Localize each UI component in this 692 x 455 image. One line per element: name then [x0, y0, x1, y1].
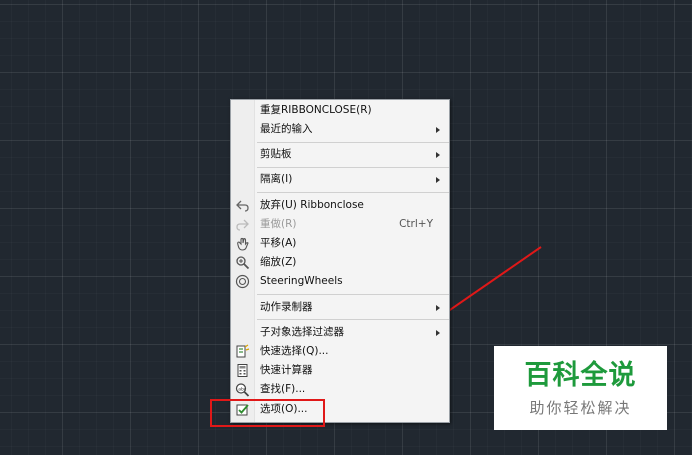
redo-icon: [236, 219, 249, 231]
undo-icon: [236, 200, 249, 212]
menu-item-quick-calculator[interactable]: 快速计算器: [232, 361, 449, 380]
watermark-subtitle: 助你轻松解决: [529, 399, 632, 417]
menu-item-zoom[interactable]: 缩放(Z): [232, 253, 449, 272]
svg-text:abc: abc: [238, 386, 247, 392]
menu-item-steeringwheels[interactable]: SteeringWheels: [232, 272, 449, 291]
submenu-arrow-icon: [436, 127, 440, 133]
menu-item-quick-select[interactable]: 快速选择(Q)...: [232, 342, 449, 361]
menu-item-action-recorder[interactable]: 动作录制器: [232, 298, 449, 317]
menu-item-subobject-filter[interactable]: 子对象选择过滤器: [232, 323, 449, 342]
options-highlight-box: [210, 399, 325, 427]
watermark-logo: 百科全说 助你轻松解决: [494, 346, 667, 430]
menu-item-undo[interactable]: 放弃(U) Ribbonclose: [232, 196, 449, 215]
submenu-arrow-icon: [436, 330, 440, 336]
submenu-arrow-icon: [436, 305, 440, 311]
steering-wheel-icon: [235, 274, 250, 289]
menu-separator: [257, 319, 449, 320]
menu-item-clipboard[interactable]: 剪贴板: [232, 145, 449, 164]
menu-item-recent-input[interactable]: 最近的输入: [232, 120, 449, 139]
menu-separator: [257, 192, 449, 193]
pan-hand-icon: [237, 237, 249, 251]
menu-item-isolate[interactable]: 隔离(I): [232, 170, 449, 189]
menu-separator: [257, 294, 449, 295]
find-text-icon: abc: [235, 383, 250, 397]
menu-item-find[interactable]: abc 查找(F)...: [232, 380, 449, 399]
shortcut-label: Ctrl+Y: [399, 218, 433, 230]
context-menu: 重复RIBBONCLOSE(R) 最近的输入 剪贴板 隔离(I) 放弃(U) R…: [230, 99, 450, 423]
calculator-icon: [237, 364, 248, 377]
submenu-arrow-icon: [436, 177, 440, 183]
menu-separator: [257, 142, 449, 143]
submenu-arrow-icon: [436, 152, 440, 158]
quick-select-icon: [236, 344, 250, 358]
menu-item-redo[interactable]: 重做(R) Ctrl+Y: [232, 215, 449, 234]
watermark-title: 百科全说: [524, 360, 637, 391]
zoom-magnifier-icon: [236, 256, 250, 270]
menu-item-repeat-ribbonclose[interactable]: 重复RIBBONCLOSE(R): [232, 101, 449, 120]
menu-item-pan[interactable]: 平移(A): [232, 234, 449, 253]
menu-separator: [257, 167, 449, 168]
